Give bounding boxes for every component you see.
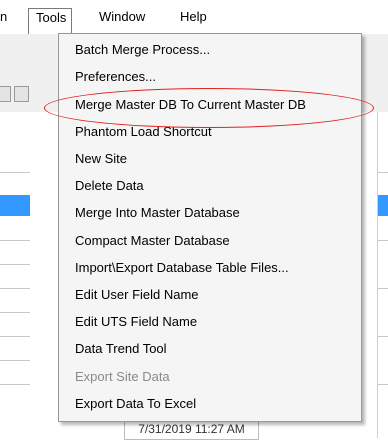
list-row-line bbox=[378, 240, 388, 241]
list-row-line bbox=[0, 288, 30, 289]
toolbar-button[interactable] bbox=[0, 86, 11, 102]
menu-item-delete-data[interactable]: Delete Data bbox=[75, 174, 144, 198]
tools-dropdown-menu: Batch Merge Process... Preferences... Me… bbox=[58, 33, 362, 422]
timestamp-cell: 7/31/2019 11:27 AM bbox=[124, 420, 259, 440]
list-row-line bbox=[0, 172, 30, 173]
list-divider bbox=[377, 112, 378, 438]
menu-window[interactable]: Window bbox=[99, 9, 145, 25]
list-row-line bbox=[378, 288, 388, 289]
menu-item-merge-into-master-database[interactable]: Merge Into Master Database bbox=[75, 201, 240, 225]
menu-item-edit-uts-field-name[interactable]: Edit UTS Field Name bbox=[75, 310, 197, 334]
list-row-line bbox=[378, 336, 388, 337]
menu-item-partial[interactable]: n bbox=[0, 9, 7, 25]
menu-item-data-trend-tool[interactable]: Data Trend Tool bbox=[75, 337, 167, 361]
menu-bar: n Tools Window Help bbox=[0, 0, 388, 36]
menu-item-merge-master-db[interactable]: Merge Master DB To Current Master DB bbox=[75, 93, 306, 117]
menu-item-batch-merge-process[interactable]: Batch Merge Process... bbox=[75, 38, 210, 62]
list-row-line bbox=[378, 172, 388, 173]
list-row-line bbox=[0, 240, 30, 241]
menu-item-edit-user-field-name[interactable]: Edit User Field Name bbox=[75, 283, 199, 307]
list-row-line bbox=[0, 264, 30, 265]
menu-item-compact-master-database[interactable]: Compact Master Database bbox=[75, 229, 230, 253]
list-row-line bbox=[0, 360, 30, 361]
list-row-line bbox=[0, 384, 30, 385]
menu-item-export-site-data: Export Site Data bbox=[75, 369, 170, 384]
menu-item-preferences[interactable]: Preferences... bbox=[75, 65, 156, 89]
menu-item-export-data-to-excel[interactable]: Export Data To Excel bbox=[75, 392, 196, 416]
menu-item-new-site[interactable]: New Site bbox=[75, 147, 127, 171]
list-row-line bbox=[0, 336, 30, 337]
selected-row[interactable] bbox=[0, 195, 30, 216]
list-row-line bbox=[378, 384, 388, 385]
menu-item-import-export-table-files[interactable]: Import\Export Database Table Files... bbox=[75, 256, 289, 280]
menu-help[interactable]: Help bbox=[180, 9, 207, 25]
selected-row[interactable] bbox=[378, 195, 388, 216]
toolbar-button[interactable] bbox=[14, 86, 29, 102]
menu-tools[interactable]: Tools bbox=[28, 8, 73, 36]
menu-item-phantom-load-shortcut[interactable]: Phantom Load Shortcut bbox=[75, 120, 212, 144]
list-row-line bbox=[0, 312, 30, 313]
